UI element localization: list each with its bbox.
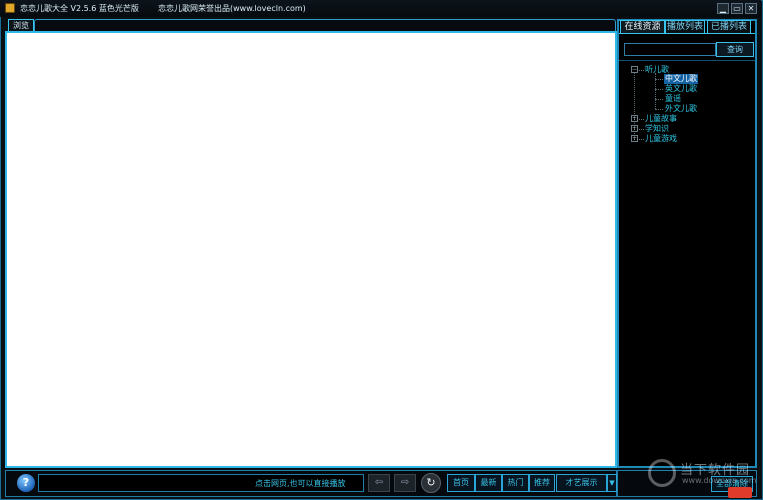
tree-connector [655,109,663,110]
tree-connector [637,139,644,140]
expand-icon[interactable]: + [631,135,638,142]
collapse-icon[interactable]: − [631,66,638,73]
tree-item-chinese-songs[interactable]: 中文儿歌 [664,74,698,84]
status-text: 点击网页,也可以直接播放 [255,479,346,488]
tree-connector [637,70,644,71]
tree-connector [655,99,663,100]
recommend-button[interactable]: 推荐 [529,474,555,492]
latest-button[interactable]: 最新 [475,474,502,492]
resource-tree [619,60,755,465]
refresh-button[interactable]: ↻ [421,473,441,493]
back-button[interactable]: ⇦ [368,474,390,492]
chevron-down-icon[interactable]: ▼ [607,474,617,492]
tree-connector [655,89,663,90]
help-icon[interactable]: ? [17,474,35,492]
tree-connector [637,119,644,120]
expand-icon[interactable]: + [631,125,638,132]
tree-connector [637,129,644,130]
forward-button[interactable]: ⇨ [394,474,416,492]
tree-item-children-games[interactable]: 儿童游戏 [645,134,677,144]
search-button[interactable]: 查询 [716,42,754,57]
tab-playlist[interactable]: 播放列表 [665,20,705,34]
app-credit: 恋恋儿歌网荣誉出品(www.lovecln.com) [158,4,306,13]
maximize-button[interactable]: ▭ [731,3,743,14]
tab-played-list[interactable]: 已播列表 [707,20,751,34]
close-button[interactable]: ✕ [745,3,757,14]
tree-item-english-songs[interactable]: 英文儿歌 [665,84,697,94]
tree-item-foreign-songs[interactable]: 外文儿歌 [665,104,697,114]
minimize-button[interactable]: ▁ [717,3,729,14]
tree-item-nursery-rhymes[interactable]: 童谣 [665,94,681,104]
corner-badge [728,487,752,498]
watermark-url: www.downxia.com [682,476,757,485]
tab-online-resources[interactable]: 在线资源 [620,20,665,34]
search-input[interactable] [624,43,716,56]
talent-show-button[interactable]: 才艺展示 [556,474,607,492]
tree-item-children-stories[interactable]: 儿童故事 [645,114,677,124]
tree-item-learn-knowledge[interactable]: 学知识 [645,124,669,134]
tab-underline [619,33,755,34]
tree-connector [655,79,663,80]
app-logo-icon [5,3,15,13]
expand-icon[interactable]: + [631,115,638,122]
hot-button[interactable]: 热门 [502,474,529,492]
browser-view[interactable] [5,31,617,468]
watermark-logo [648,459,676,487]
app-title: 恋恋儿歌大全 V2.5.6 蓝色光芒版 [20,4,139,13]
home-button[interactable]: 首页 [447,474,475,492]
